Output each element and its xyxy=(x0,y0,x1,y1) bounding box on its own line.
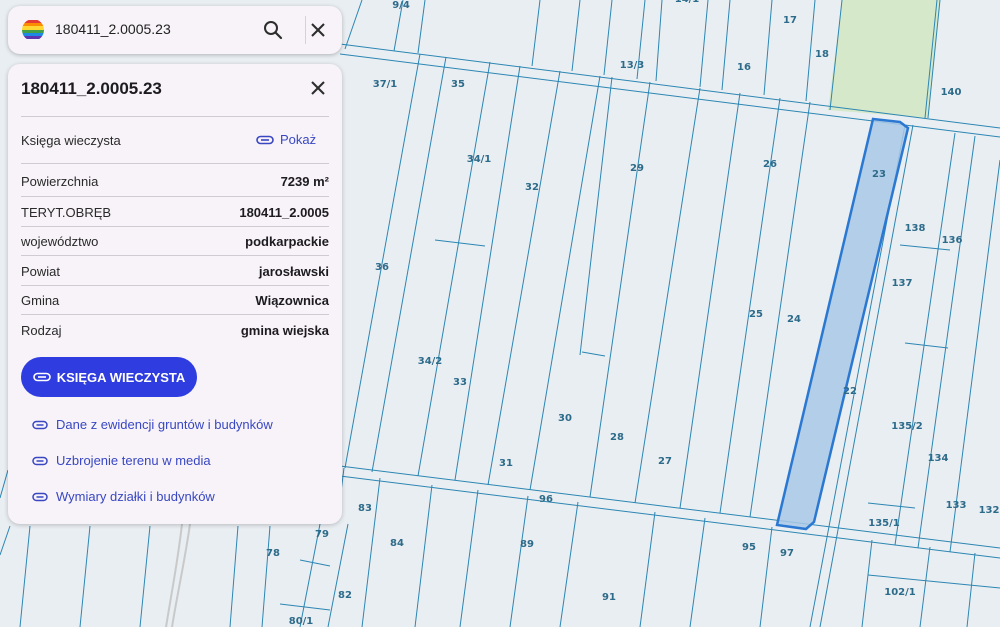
parcel-label: 22 xyxy=(843,386,857,397)
parcel-label: 26 xyxy=(763,159,777,170)
link-icon xyxy=(32,372,51,382)
divider xyxy=(21,255,329,256)
parcel-label: 132 xyxy=(979,505,1000,516)
parcel-label: 33 xyxy=(453,377,467,388)
divider xyxy=(21,163,329,164)
close-search-icon[interactable] xyxy=(304,16,332,44)
parcel-label: 78 xyxy=(266,548,280,559)
parcel-label: 135/1 xyxy=(868,518,900,529)
row-label-gmina: Gmina xyxy=(21,293,60,308)
parcel-label: 13/3 xyxy=(620,60,645,71)
link-icon xyxy=(32,456,48,465)
link-label: Wymiary działki i budynków xyxy=(56,489,215,504)
search-icon[interactable] xyxy=(259,16,287,44)
parcel-label: 9/4 xyxy=(392,0,410,11)
parcel-label: 24 xyxy=(787,314,801,325)
parcel-label: 28 xyxy=(610,432,624,443)
close-panel-icon[interactable] xyxy=(304,74,332,102)
row-value-powiat: jarosławski xyxy=(258,264,329,279)
parcel-label: 29 xyxy=(630,163,644,174)
row-label-powierzchnia: Powierzchnia xyxy=(21,174,99,189)
pokaz-link[interactable]: Pokaż xyxy=(256,132,316,147)
parcel-label: 25 xyxy=(749,309,763,320)
row-label-teryt: TERYT.OBRĘB xyxy=(21,205,112,220)
link-label: Dane z ewidencji gruntów i budynków xyxy=(56,417,273,432)
pokaz-label: Pokaż xyxy=(280,132,317,147)
row-label-rodzaj: Rodzaj xyxy=(21,323,62,338)
parcel-label: 140 xyxy=(941,87,962,98)
parcel-label: 14/1 xyxy=(675,0,700,5)
parcel-label: 17 xyxy=(783,15,797,26)
ksiega-wieczysta-button-label: KSIĘGA WIECZYSTA xyxy=(56,369,186,385)
parcel-label: 137 xyxy=(892,278,913,289)
parcel-label: 18 xyxy=(815,49,829,60)
parcel-label: 23 xyxy=(872,169,886,180)
parcel-label: 16 xyxy=(737,62,751,73)
parcel-label: 79 xyxy=(315,529,329,540)
row-label-powiat: Powiat xyxy=(21,264,61,279)
parcel-label: 96 xyxy=(539,494,553,505)
parcel-label: 82 xyxy=(338,590,352,601)
divider xyxy=(21,116,329,117)
parcel-label: 34/1 xyxy=(467,154,492,165)
green-area xyxy=(828,0,940,118)
divider xyxy=(21,196,329,197)
parcel-label: 134 xyxy=(928,453,949,464)
parcel-label: 91 xyxy=(602,592,616,603)
row-value-teryt: 180411_2.0005 xyxy=(239,205,329,220)
row-value-powierzchnia: 7239 m² xyxy=(280,174,329,189)
divider xyxy=(21,285,329,286)
row-value-rodzaj: gmina wiejska xyxy=(240,323,329,338)
parcel-label: 31 xyxy=(499,458,513,469)
parcel-label: 138 xyxy=(905,223,926,234)
parcel-label: 136 xyxy=(942,235,963,246)
panel-title: 180411_2.0005.23 xyxy=(21,79,162,98)
parcel-label: 80/1 xyxy=(289,616,314,627)
parcel-label: 36 xyxy=(375,262,389,273)
ksiega-label: Księga wieczysta xyxy=(21,133,121,148)
parcel-info-panel: 180411_2.0005.23 Księga wieczysta Pokaż … xyxy=(8,64,342,524)
divider xyxy=(21,314,329,315)
row-label-wojewodztwo: województwo xyxy=(21,234,99,249)
parcel-label: 35 xyxy=(451,79,465,90)
link-uzbrojenie[interactable]: Uzbrojenie terenu w media xyxy=(32,453,211,468)
ksiega-wieczysta-button[interactable]: KSIĘGA WIECZYSTA xyxy=(21,357,197,397)
link-icon xyxy=(256,135,274,144)
parcel-label: 135/2 xyxy=(891,421,923,432)
link-wymiary[interactable]: Wymiary działki i budynków xyxy=(32,489,215,504)
parcel-label: 37/1 xyxy=(373,79,398,90)
link-dane-ewidencji[interactable]: Dane z ewidencji gruntów i budynków xyxy=(32,417,273,432)
parcel-label: 30 xyxy=(558,413,572,424)
link-icon xyxy=(32,492,48,501)
parcel-label: 84 xyxy=(390,538,404,549)
geoportal-logo-icon xyxy=(22,19,44,41)
row-value-wojewodztwo: podkarpackie xyxy=(245,234,329,249)
parcel-label: 133 xyxy=(946,500,967,511)
link-label: Uzbrojenie terenu w media xyxy=(56,453,211,468)
divider xyxy=(21,226,329,227)
row-value-gmina: Wiązownica xyxy=(255,293,329,308)
parcel-label: 34/2 xyxy=(418,356,443,367)
link-icon xyxy=(32,420,48,429)
parcel-label: 32 xyxy=(525,182,539,193)
parcel-label: 89 xyxy=(520,539,534,550)
parcel-label: 97 xyxy=(780,548,794,559)
search-input[interactable]: 180411_2.0005.23 xyxy=(55,21,171,37)
parcel-label: 102/1 xyxy=(884,587,916,598)
parcel-label: 27 xyxy=(658,456,672,467)
search-bar[interactable]: 180411_2.0005.23 xyxy=(8,6,342,54)
parcel-label: 83 xyxy=(358,503,372,514)
parcel-label: 95 xyxy=(742,542,756,553)
